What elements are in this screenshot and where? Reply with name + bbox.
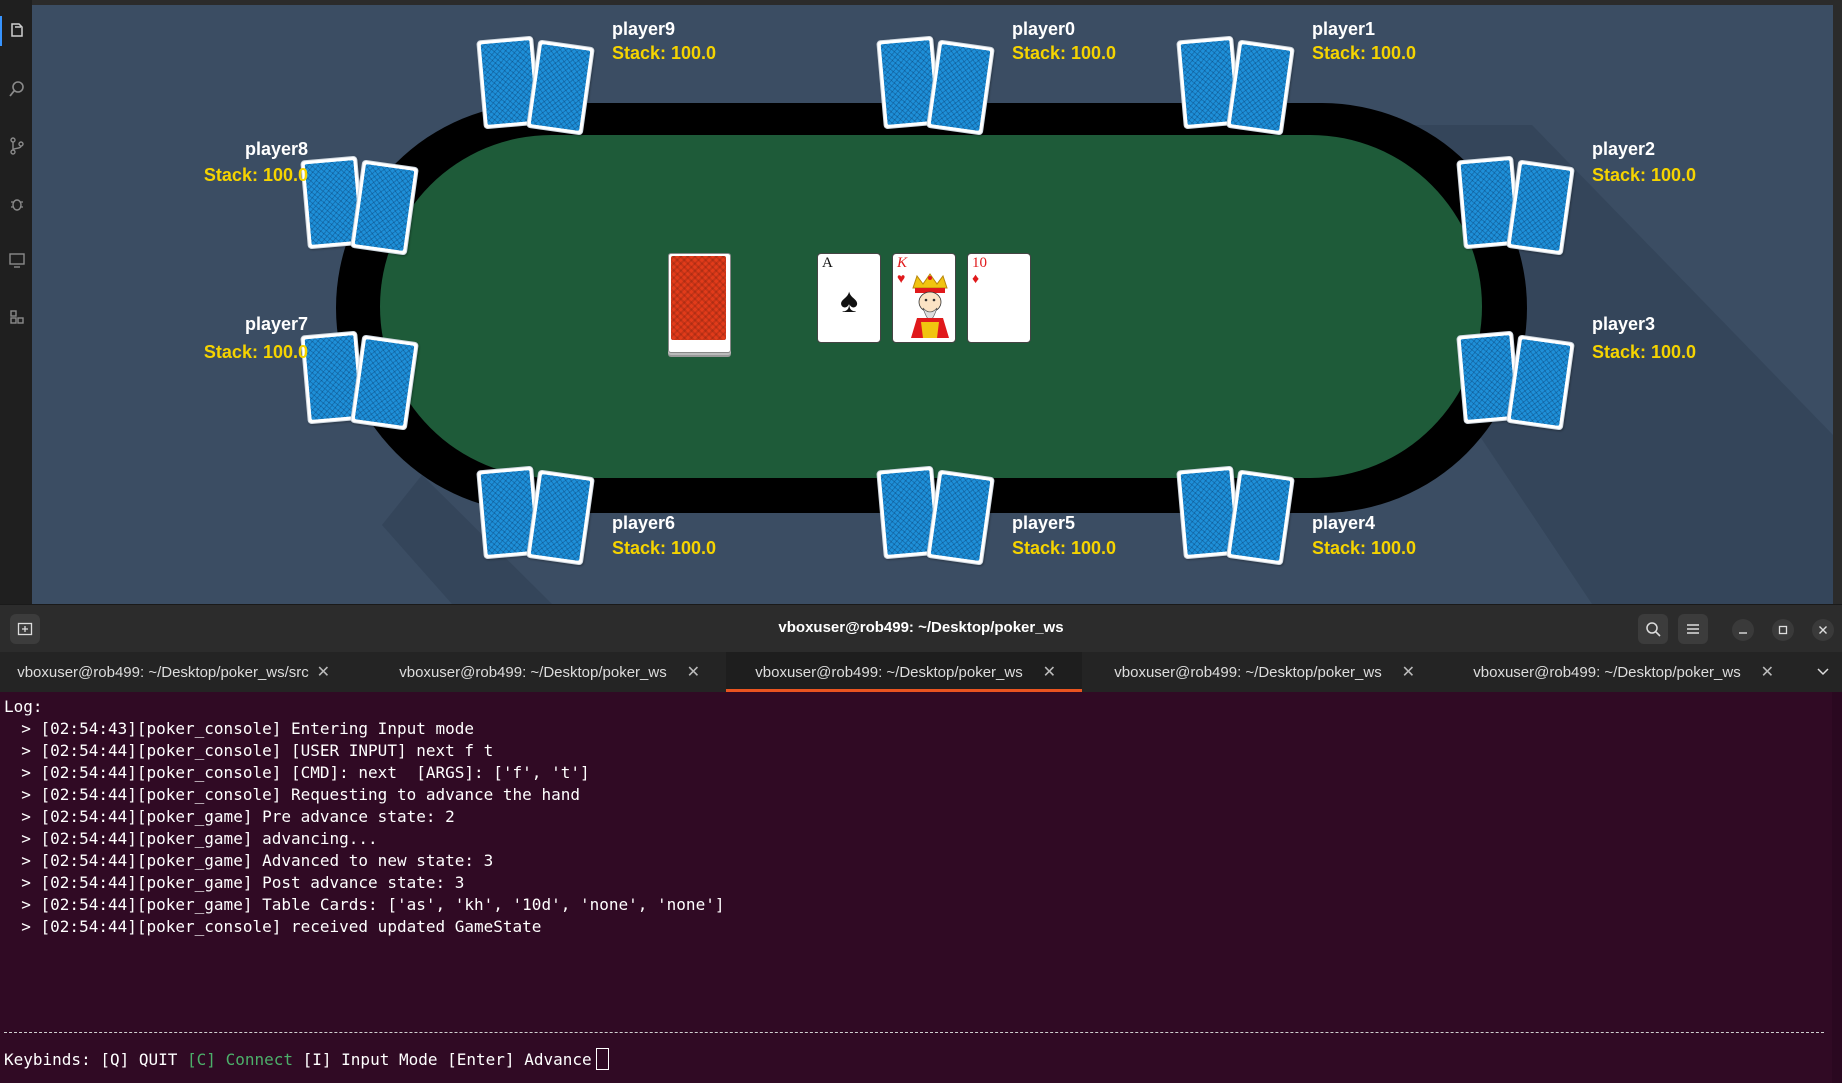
extensions-icon[interactable]: [8, 308, 26, 326]
log-line: > [02:54:44][poker_console] Requesting t…: [2, 785, 580, 804]
terminal-titlebar: vboxuser@rob499: ~/Desktop/poker_ws: [0, 604, 1842, 653]
card-rank: K: [897, 255, 908, 271]
player1-stack: Stack: 100.0: [1312, 43, 1417, 63]
player4-stack: Stack: 100.0: [1312, 538, 1417, 558]
log-line: > [02:54:44][poker_console] [USER INPUT]…: [2, 741, 494, 760]
keybinds-rest: [I] Input Mode [Enter] Advance: [293, 1050, 592, 1069]
keybind-connect: [C] Connect: [187, 1050, 293, 1069]
player4-name: player4: [1312, 513, 1376, 533]
log-line: > [02:54:44][poker_game] Advanced to new…: [2, 851, 494, 870]
search-icon[interactable]: [8, 80, 26, 98]
log-line: > [02:54:44][poker_console] [CMD]: next …: [2, 763, 590, 782]
log-line: > [02:54:44][poker_game] advancing...: [2, 829, 378, 848]
hamburger-menu-icon: [1687, 624, 1699, 634]
heart-icon: ♥: [897, 270, 906, 286]
window-title: vboxuser@rob499: ~/Desktop/poker_ws: [778, 619, 1064, 636]
tab-label: vboxuser@rob499: ~/Desktop/poker_ws: [1473, 664, 1741, 681]
player8-stack: Stack: 100.0: [203, 165, 308, 185]
separator-line: [4, 1032, 1824, 1033]
tab-close-icon[interactable]: ✕: [687, 662, 700, 682]
card-rank: A: [822, 255, 833, 271]
maximize-icon: [1778, 625, 1788, 635]
tab-close-icon[interactable]: ✕: [1402, 662, 1415, 682]
card-rank: 10: [972, 255, 987, 271]
tab-label: vboxuser@rob499: ~/Desktop/poker_ws/src: [17, 664, 309, 681]
tab-label: vboxuser@rob499: ~/Desktop/poker_ws: [399, 664, 667, 681]
tab-label: vboxuser@rob499: ~/Desktop/poker_ws: [1114, 664, 1382, 681]
king-face-icon: [911, 273, 949, 338]
terminal-scrollbar[interactable]: [1832, 692, 1842, 1083]
explorer-icon[interactable]: [0, 16, 26, 46]
tab-close-icon[interactable]: ✕: [1043, 662, 1056, 682]
search-button[interactable]: [1638, 614, 1668, 644]
table-card-ace-spades: A ♠: [817, 253, 881, 343]
player7-name: player7: [244, 314, 308, 334]
chevron-down-icon: [1817, 668, 1829, 676]
close-button[interactable]: [1812, 619, 1834, 641]
log-header: Log:: [4, 697, 43, 716]
player9-stack: Stack: 100.0: [612, 43, 717, 63]
activity-bar: [0, 0, 32, 604]
remote-explorer-icon[interactable]: [8, 251, 26, 269]
table-card-ten-diamonds: 10 ♦: [967, 253, 1031, 343]
terminal-tab-2[interactable]: vboxuser@rob499: ~/Desktop/poker_ws ✕: [370, 652, 726, 692]
log-line: > [02:54:44][poker_game] Post advance st…: [2, 873, 465, 892]
minimize-icon: [1739, 632, 1747, 634]
player8-name: player8: [244, 139, 308, 159]
player3-stack: Stack: 100.0: [1592, 342, 1697, 362]
minimize-button[interactable]: [1732, 619, 1754, 641]
player5-name: player5: [1012, 513, 1076, 533]
keybinds-bar: Keybinds: [Q] QUIT [C] Connect [I] Input…: [4, 1048, 609, 1071]
player5-stack: Stack: 100.0: [1012, 538, 1117, 558]
terminal-cursor: [595, 1048, 609, 1070]
player0-name: player0: [1012, 19, 1076, 39]
log-line: > [02:54:44][poker_console] received upd…: [2, 917, 542, 936]
debug-icon[interactable]: [8, 194, 26, 212]
tab-list-dropdown[interactable]: [1816, 664, 1830, 683]
source-control-icon[interactable]: [8, 137, 26, 155]
card-deck: [668, 253, 731, 353]
log-line: > [02:54:43][poker_console] Entering Inp…: [2, 719, 475, 738]
player1-name: player1: [1312, 19, 1376, 39]
tab-label: vboxuser@rob499: ~/Desktop/poker_ws: [755, 664, 1023, 681]
player6-stack: Stack: 100.0: [612, 538, 717, 558]
menu-button[interactable]: [1678, 614, 1708, 644]
log-line: > [02:54:44][poker_game] Table Cards: ['…: [2, 895, 725, 914]
terminal-tab-3[interactable]: vboxuser@rob499: ~/Desktop/poker_ws ✕: [726, 652, 1082, 692]
poker-table-view: A ♠ K ♥ 10 ♦ player9 Stack: 100.0 player…: [32, 5, 1833, 604]
table-card-king-hearts: K ♥: [892, 253, 956, 343]
close-icon: [1819, 626, 1827, 634]
player0-stack: Stack: 100.0: [1012, 43, 1117, 63]
spade-icon: ♠: [839, 282, 859, 320]
terminal-output[interactable]: Log: > [02:54:43][poker_console] Enterin…: [2, 696, 1842, 1083]
terminal-tab-4[interactable]: vboxuser@rob499: ~/Desktop/poker_ws ✕: [1085, 652, 1441, 692]
log-line: > [02:54:44][poker_game] Pre advance sta…: [2, 807, 455, 826]
terminal-tab-bar: vboxuser@rob499: ~/Desktop/poker_ws/src …: [0, 652, 1842, 692]
terminal-window: vboxuser@rob499: ~/Desktop/poker_ws vbox…: [0, 604, 1842, 1083]
player7-stack: Stack: 100.0: [203, 342, 308, 362]
maximize-button[interactable]: [1772, 619, 1794, 641]
terminal-tab-1[interactable]: vboxuser@rob499: ~/Desktop/poker_ws/src …: [0, 652, 356, 692]
tab-close-icon[interactable]: ✕: [1761, 662, 1774, 682]
player9-name: player9: [612, 19, 676, 39]
player2-stack: Stack: 100.0: [1592, 165, 1697, 185]
tab-close-icon[interactable]: ✕: [317, 662, 330, 682]
player6-name: player6: [612, 513, 676, 533]
player2-name: player2: [1592, 139, 1656, 159]
keybinds-prefix: Keybinds: [Q] QUIT: [4, 1050, 188, 1069]
player3-name: player3: [1592, 314, 1656, 334]
search-icon: [1646, 622, 1661, 637]
terminal-tab-5[interactable]: vboxuser@rob499: ~/Desktop/poker_ws ✕: [1444, 652, 1800, 692]
diamond-icon: ♦: [972, 270, 980, 286]
